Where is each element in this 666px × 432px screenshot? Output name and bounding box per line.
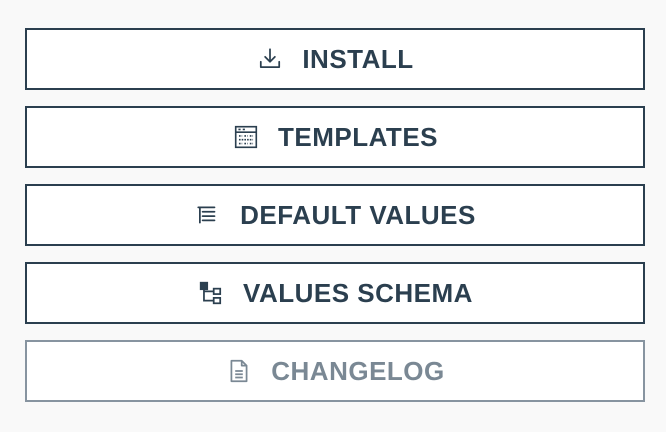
document-icon: [225, 357, 253, 385]
install-button[interactable]: INSTALL: [25, 28, 645, 90]
templates-label: TEMPLATES: [277, 121, 439, 152]
changelog-label: CHANGELOG: [271, 355, 445, 386]
schema-icon: [197, 279, 225, 307]
download-icon: [256, 45, 284, 73]
install-label: INSTALL: [302, 43, 414, 74]
default-values-button[interactable]: DEFAULT VALUES: [25, 184, 645, 246]
values-schema-label: VALUES SCHEMA: [243, 277, 473, 308]
templates-icon: [232, 123, 260, 151]
changelog-button[interactable]: CHANGELOG: [25, 340, 645, 402]
action-button-stack: INSTALL TEMPLATES DEFAULT VALUES VALUES …: [25, 28, 645, 418]
templates-button[interactable]: TEMPLATES: [25, 106, 645, 168]
list-tree-icon: [194, 201, 222, 229]
values-schema-button[interactable]: VALUES SCHEMA: [25, 262, 645, 324]
default-values-label: DEFAULT VALUES: [240, 199, 476, 230]
